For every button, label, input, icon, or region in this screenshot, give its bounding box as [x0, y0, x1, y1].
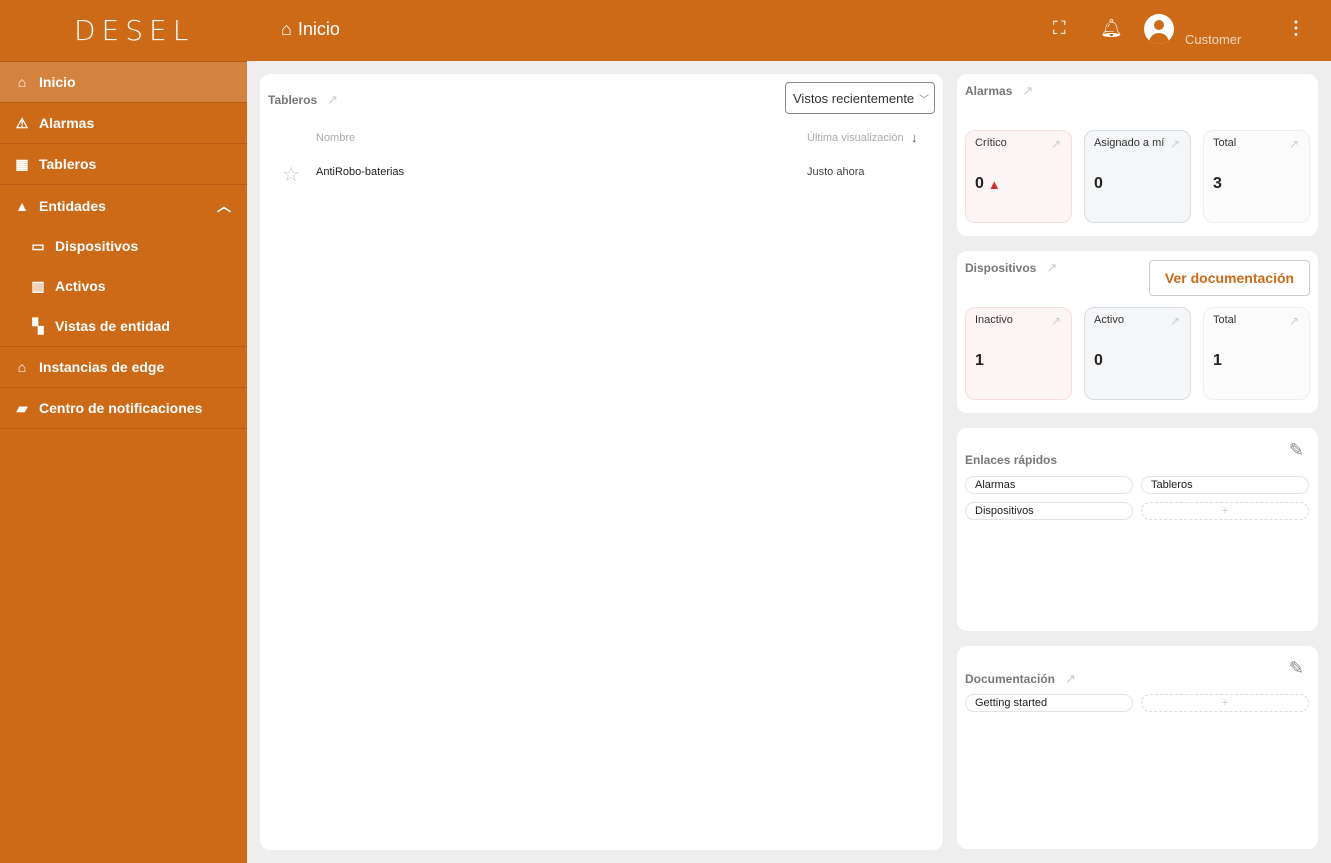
sidebar-item-vistas[interactable]: ▚ Vistas de entidad: [0, 306, 247, 346]
fullscreen-icon[interactable]: ⛶: [1053, 18, 1066, 39]
sidebar-item-inicio[interactable]: ⌂ Inicio: [0, 62, 247, 103]
quick-link[interactable]: Alarmas: [965, 476, 1133, 494]
sidebar-item-notificaciones[interactable]: ▰ Centro de notificaciones: [0, 388, 247, 429]
open-arrow-icon: ↗: [1169, 137, 1180, 151]
add-link-button[interactable]: +: [1141, 694, 1309, 712]
stat-critical[interactable]: Crítico ↗ 0 ▲: [965, 130, 1072, 223]
stat-assigned[interactable]: Asignado a mí ↗ 0: [1084, 130, 1191, 223]
devices-card: Dispositivos ↗ Ver documentación Inactivo…: [957, 251, 1318, 413]
column-header-name[interactable]: Nombre: [316, 132, 355, 144]
docs-button[interactable]: Ver documentación: [1149, 260, 1310, 296]
page-title: ⌂ Inicio: [281, 19, 340, 39]
domain-icon: ▥: [31, 277, 45, 294]
sidebar-item-activos[interactable]: ▥ Activos: [0, 266, 247, 306]
open-arrow-icon: ↗: [1288, 137, 1299, 151]
devices-title[interactable]: Dispositivos ↗: [965, 260, 1057, 276]
open-arrow-icon: ↗: [1065, 671, 1076, 686]
stat-active[interactable]: Activo ↗ 0: [1084, 307, 1191, 400]
docs-title[interactable]: Documentación ↗: [965, 671, 1076, 687]
stat-total[interactable]: Total ↗ 1: [1203, 307, 1310, 400]
sidebar-item-entidades[interactable]: ▲ Entidades ︿: [0, 185, 247, 226]
chevron-down-icon: ﹀: [919, 94, 930, 106]
top-bar: DESEL ⌂ Inicio ⛶ 🔔︎ Customer ⋮: [0, 0, 1331, 61]
bell-icon[interactable]: 🔔︎: [1100, 18, 1123, 39]
stat-inactive[interactable]: Inactivo ↗ 1: [965, 307, 1072, 400]
more-vert-icon[interactable]: ⋮: [1287, 18, 1305, 39]
filter-select[interactable]: Vistos recientemente ﹀: [785, 82, 935, 114]
edit-icon[interactable]: ✎: [1289, 440, 1304, 461]
sidebar-item-edge[interactable]: ⌂ Instancias de edge: [0, 347, 247, 388]
alert-icon: ▲: [987, 176, 1001, 192]
quick-link[interactable]: Dispositivos: [965, 502, 1133, 520]
warning-icon: ⚠: [15, 114, 29, 131]
open-arrow-icon: ↗: [1046, 260, 1058, 275]
stat-total[interactable]: Total ↗ 3: [1203, 130, 1310, 223]
router-icon: ⌂: [17, 359, 27, 375]
home-icon: ⌂: [281, 19, 292, 39]
sidebar-item-alarmas[interactable]: ⚠ Alarmas: [0, 103, 247, 144]
sidebar: ⌂ Inicio ⚠ Alarmas ▦ Tableros ▲ Entidades ︿ ▭…: [0, 61, 247, 863]
dashboards-card: Tableros ↗ Vistos recientemente ﹀ Nombre Ú…: [260, 74, 943, 850]
open-arrow-icon: ↗: [1169, 314, 1180, 328]
open-arrow-icon: ↗: [327, 92, 339, 107]
sidebar-item-dispositivos[interactable]: ▭ Dispositivos: [0, 226, 247, 266]
quick-link[interactable]: Tableros: [1141, 476, 1309, 494]
notification-icon: ▰: [16, 399, 28, 416]
open-arrow-icon: ↗: [1288, 314, 1299, 328]
add-link-button[interactable]: +: [1141, 502, 1309, 520]
shapes-icon: ▲: [15, 197, 29, 214]
open-arrow-icon: ↗: [1022, 83, 1034, 98]
home-icon: ⌂: [17, 74, 27, 90]
avatar[interactable]: [1144, 14, 1174, 44]
open-arrow-icon: ↗: [1050, 314, 1061, 328]
edit-icon[interactable]: ✎: [1289, 658, 1304, 679]
star-icon[interactable]: ☆: [282, 162, 300, 187]
view-quilt-icon: ▚: [32, 317, 44, 334]
doc-link[interactable]: Getting started: [965, 694, 1133, 712]
devices-icon: ▭: [31, 237, 45, 254]
quick-links-title: Enlaces rápidos: [965, 453, 1058, 467]
column-header-last-viewed[interactable]: Última visualización: [807, 132, 904, 144]
dashboards-title[interactable]: Tableros ↗: [268, 92, 338, 108]
open-arrow-icon: ↗: [1050, 137, 1061, 151]
user-name[interactable]: Customer: [1185, 32, 1241, 47]
chevron-up-icon: ︿: [217, 197, 231, 214]
alarms-title[interactable]: Alarmas ↗: [965, 83, 1033, 99]
dashboard-icon: ▦: [15, 155, 29, 172]
sort-down-icon[interactable]: ↓: [911, 130, 918, 145]
sidebar-item-tableros[interactable]: ▦ Tableros: [0, 144, 247, 185]
logo: DESEL: [74, 14, 195, 47]
docs-card: Documentación ↗ ✎ Getting started +: [957, 646, 1318, 849]
alarms-card: Alarmas ↗ Crítico ↗ 0 ▲ Asignado a mí ↗ 0 Tota…: [957, 74, 1318, 236]
quick-links-card: Enlaces rápidos ✎ Alarmas Tableros Dispo…: [957, 428, 1318, 631]
